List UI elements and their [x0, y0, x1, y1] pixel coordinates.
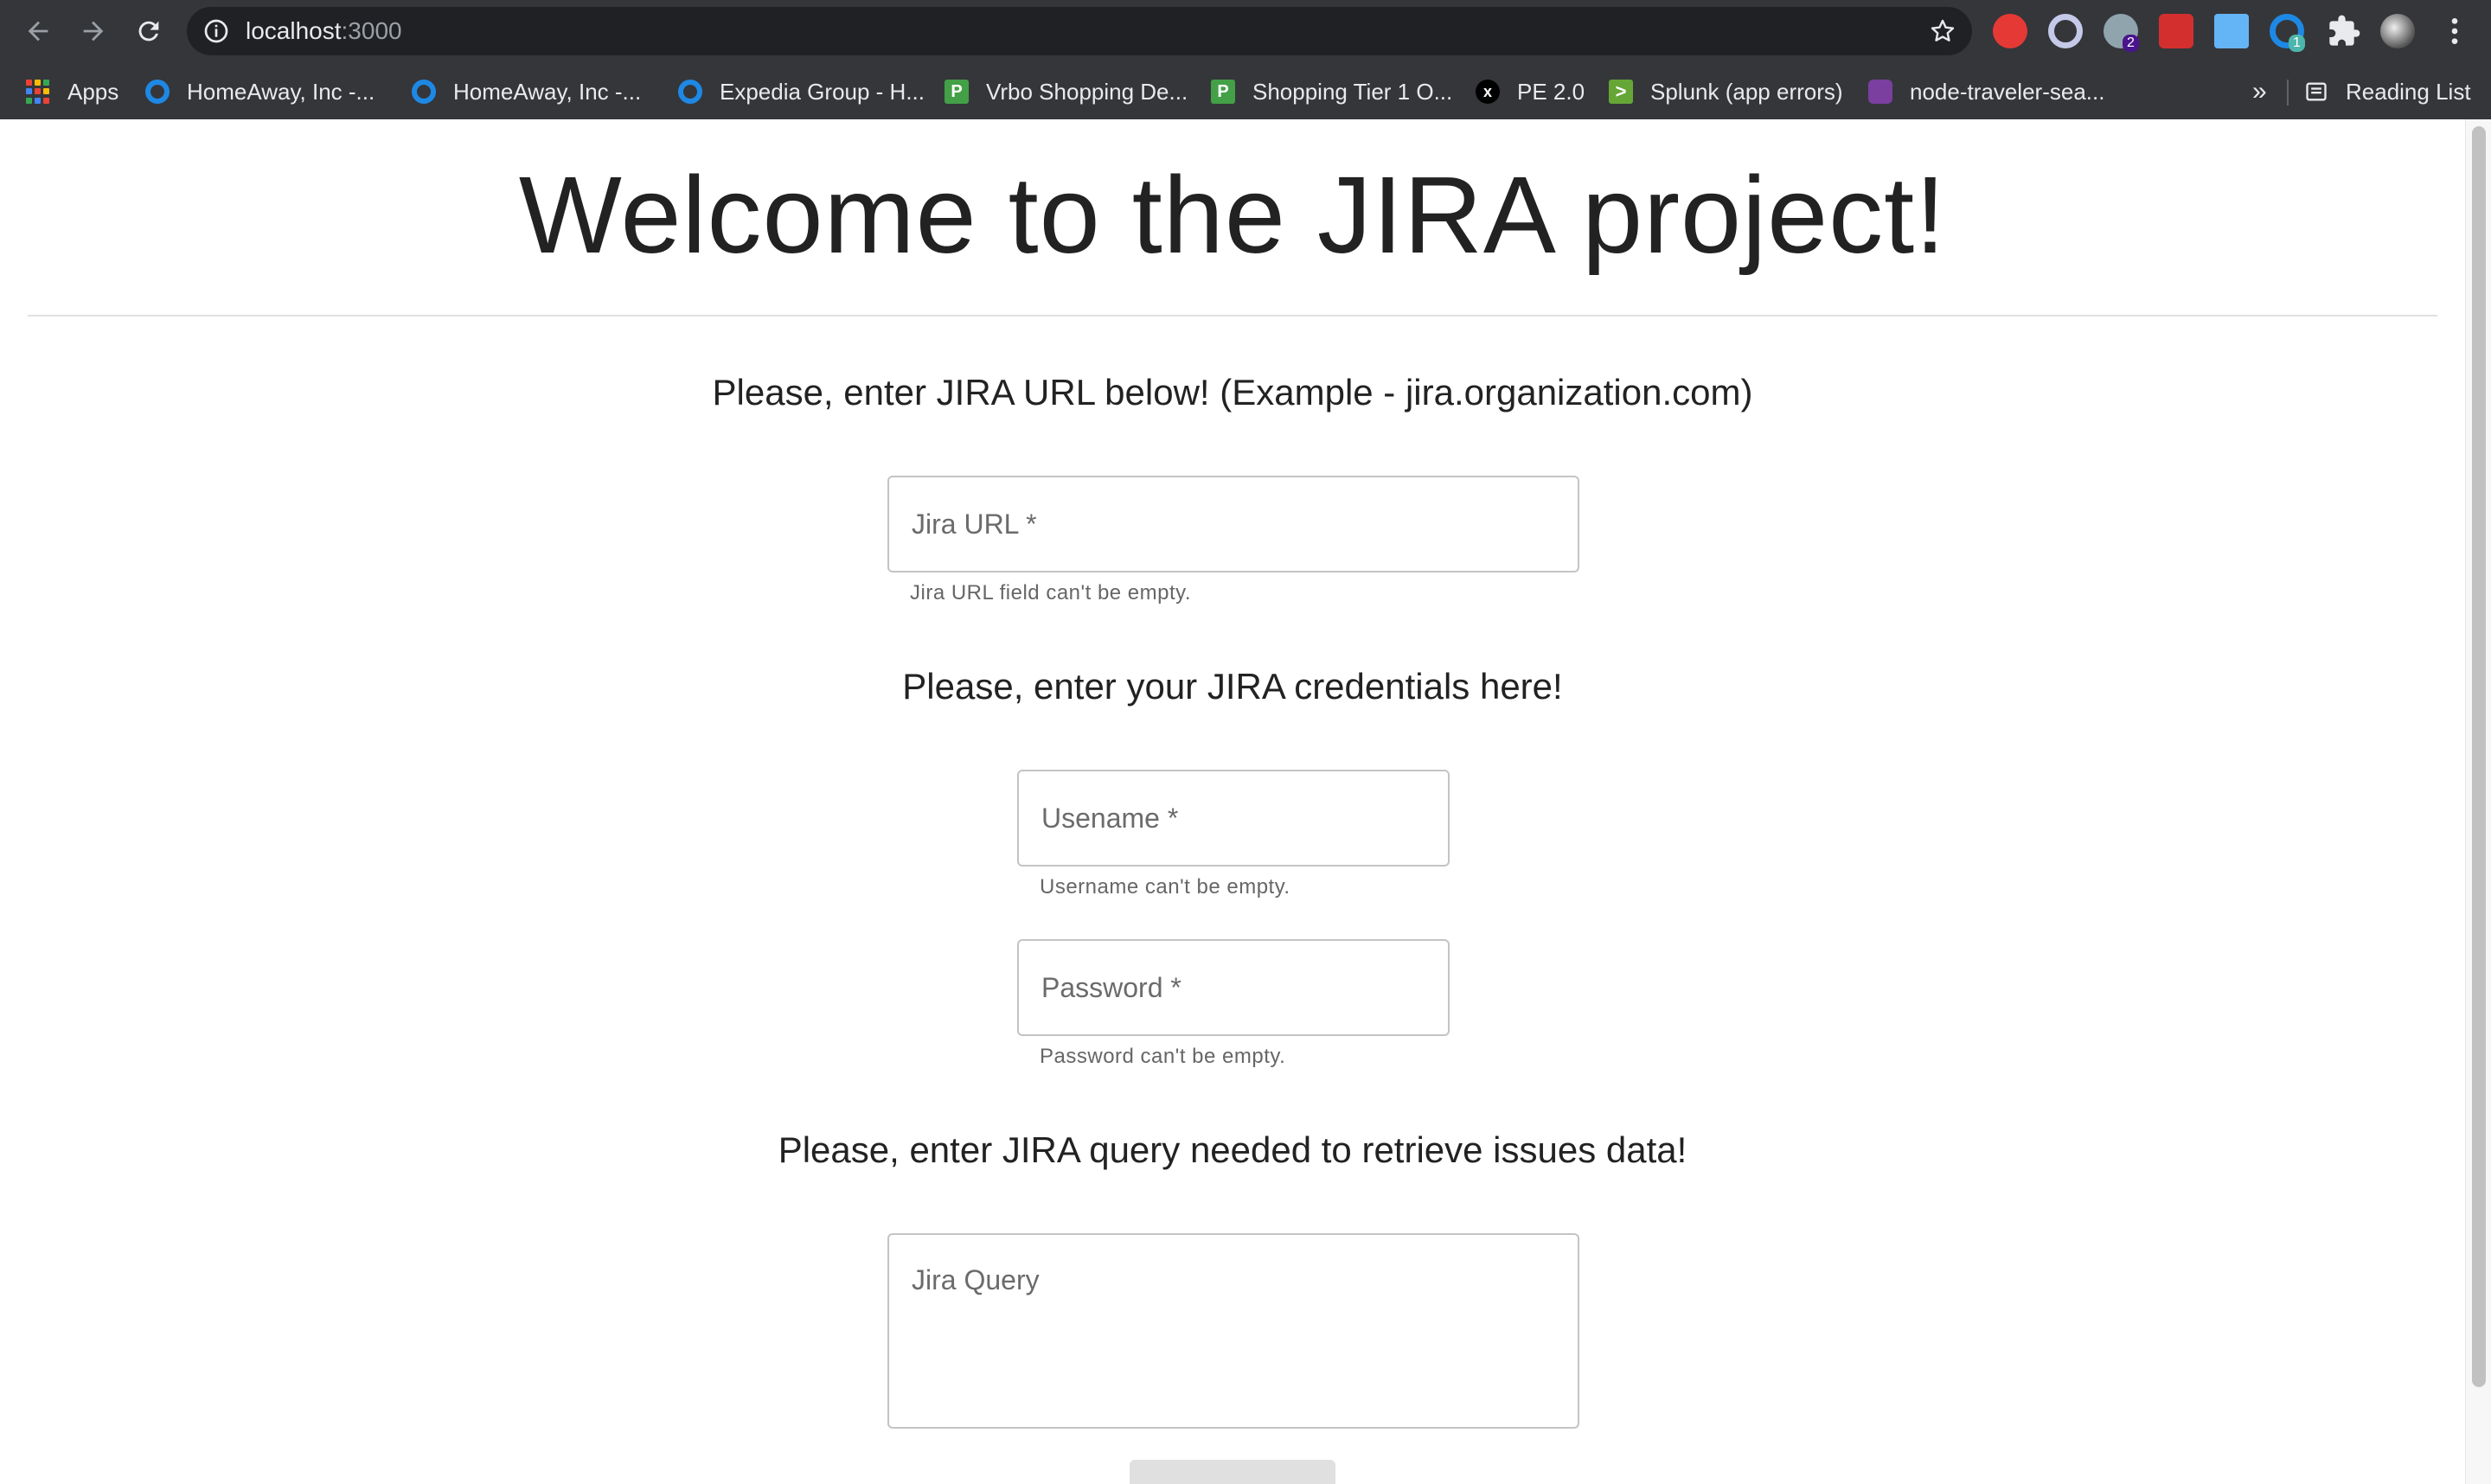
reload-button[interactable] — [128, 10, 170, 52]
bookmark-apps[interactable]: Apps — [26, 66, 118, 118]
bookmark-shopping-tier[interactable]: P Shopping Tier 1 O... — [1211, 66, 1452, 118]
jira-url-label: Jira URL * — [912, 509, 1037, 540]
adblock-icon[interactable] — [1993, 14, 2027, 48]
url-text[interactable]: localhost:3000 — [246, 7, 402, 55]
reading-list-button[interactable]: Reading List — [2304, 66, 2471, 118]
bookmark-vrbo-shopping[interactable]: P Vrbo Shopping De... — [945, 66, 1188, 118]
username-label: Usename * — [1041, 803, 1179, 834]
avatar[interactable] — [2380, 14, 2415, 48]
reload-icon — [138, 21, 159, 42]
bookmark-expedia[interactable]: Expedia Group - H... — [678, 66, 925, 118]
page-content: Welcome to the JIRA project! Please, ent… — [0, 119, 2465, 1484]
jira-url-field[interactable]: Jira URL * — [887, 476, 1579, 572]
url-host: localhost — [246, 17, 342, 44]
arrow-right-icon — [83, 21, 104, 42]
bookmarks-divider — [2287, 80, 2289, 106]
bookmark-label: HomeAway, Inc -... — [187, 78, 375, 105]
back-button[interactable] — [17, 10, 59, 52]
puzzle-icon[interactable] — [2327, 14, 2361, 48]
bookmark-label: PE 2.0 — [1517, 78, 1585, 105]
url-heading: Please, enter JIRA URL below! (Example -… — [712, 372, 1753, 413]
apps-grid-icon — [26, 80, 50, 104]
bookmark-label: Expedia Group - H... — [720, 78, 925, 105]
info-icon[interactable] — [202, 17, 230, 45]
bookmark-node-traveler[interactable]: node-traveler-sea... — [1868, 66, 2104, 118]
page-title: Welcome to the JIRA project! — [518, 154, 1947, 276]
bookmarks-bar: Apps HomeAway, Inc -... HomeAway, Inc -.… — [0, 66, 2491, 118]
jira-query-field[interactable]: Jira Query — [887, 1233, 1579, 1429]
bookmark-label: Vrbo Shopping De... — [986, 78, 1188, 105]
bookmark-label: node-traveler-sea... — [1910, 78, 2105, 105]
ring-extension-icon[interactable] — [2048, 14, 2083, 48]
menu-icon[interactable] — [2437, 14, 2472, 48]
query-heading: Please, enter JIRA query needed to retri… — [778, 1129, 1687, 1170]
x-icon: x — [1476, 80, 1500, 104]
url-port: :3000 — [341, 17, 402, 44]
browser-chrome: localhost:3000 2 1 Apps HomeAway, Inc -.… — [0, 0, 2491, 119]
bookmark-label: Apps — [67, 78, 119, 105]
red-square-extension-icon[interactable] — [2159, 14, 2193, 48]
reading-list-icon — [2306, 82, 2327, 101]
bookmarks-overflow-button[interactable]: » — [2252, 66, 2267, 118]
node-icon — [1868, 80, 1892, 104]
jira-url-helper: Jira URL field can't be empty. — [910, 581, 1192, 604]
arrow-left-icon — [28, 21, 48, 42]
credentials-heading: Please, enter your JIRA credentials here… — [902, 666, 1563, 707]
bookmark-label: Shopping Tier 1 O... — [1252, 78, 1453, 105]
extension-badge: 1 — [2289, 35, 2305, 52]
bookmark-homeaway-1[interactable]: HomeAway, Inc -... — [145, 66, 375, 118]
page-scrollbar[interactable] — [2465, 119, 2491, 1484]
bookmark-homeaway-2[interactable]: HomeAway, Inc -... — [412, 66, 641, 118]
p-icon: P — [1211, 80, 1235, 104]
address-bar[interactable]: localhost:3000 — [187, 7, 1972, 55]
extension-badge: 2 — [2123, 35, 2139, 52]
title-divider — [28, 315, 2437, 317]
password-helper: Password can't be empty. — [1040, 1045, 1286, 1068]
bookmark-label: Splunk (app errors) — [1650, 78, 1843, 105]
password-field[interactable]: Password * — [1017, 939, 1450, 1036]
splunk-icon: > — [1609, 80, 1633, 104]
homeaway-icon — [145, 80, 170, 104]
password-label: Password * — [1041, 972, 1181, 1003]
bookmark-label: HomeAway, Inc -... — [453, 78, 642, 105]
homeaway-icon — [412, 80, 436, 104]
submit-button[interactable] — [1130, 1460, 1335, 1484]
expedia-icon — [678, 80, 702, 104]
bookmark-splunk[interactable]: > Splunk (app errors) — [1609, 66, 1843, 118]
bookmark-pe[interactable]: x PE 2.0 — [1476, 66, 1585, 118]
scrollbar-thumb[interactable] — [2472, 126, 2486, 1387]
username-helper: Username can't be empty. — [1040, 875, 1290, 899]
username-field[interactable]: Usename * — [1017, 770, 1450, 867]
reading-list-label: Reading List — [2346, 78, 2471, 105]
forward-button[interactable] — [73, 10, 114, 52]
p-icon: P — [945, 80, 969, 104]
document-extension-icon[interactable] — [2214, 14, 2249, 48]
jira-query-label: Jira Query — [912, 1264, 1040, 1295]
bookmark-star-icon[interactable] — [1929, 17, 1956, 45]
